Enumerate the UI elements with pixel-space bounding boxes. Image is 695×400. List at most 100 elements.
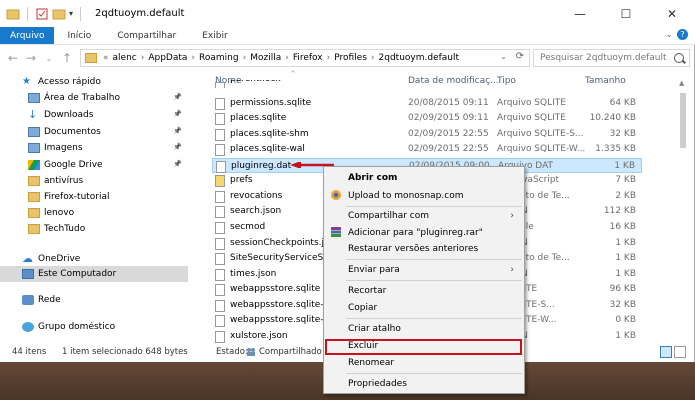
menu-item-recortar[interactable]: Recortar: [348, 286, 386, 296]
folder-icon: [85, 53, 97, 63]
back-arrow-icon[interactable]: ←: [4, 51, 22, 65]
file-icon: [215, 268, 225, 281]
sidebar-item[interactable]: Grupo doméstico: [0, 319, 188, 335]
breadcrumb-roaming[interactable]: Roaming: [199, 53, 239, 63]
chevron-right-icon[interactable]: ›: [243, 53, 247, 63]
file-name: revocations: [230, 190, 283, 201]
homegroup-icon: [22, 322, 34, 332]
file-size: 112 KB: [603, 206, 636, 217]
menu-item-criar-atalho[interactable]: Criar atalho: [348, 324, 401, 334]
menu-item-copiar[interactable]: Copiar: [348, 303, 377, 313]
menu-item-excluir[interactable]: Excluir: [348, 341, 378, 351]
sidebar-item[interactable]: TechTudo: [0, 221, 188, 237]
chevron-right-icon[interactable]: ›: [141, 53, 145, 63]
menu-item-upload-monosnap[interactable]: Upload to monosnap.com: [348, 191, 463, 201]
sidebar-item[interactable]: Firefox-tutorial: [0, 189, 188, 205]
minimize-button[interactable]: —: [557, 0, 603, 27]
details-view-icon[interactable]: [660, 346, 672, 358]
file-row[interactable]: places.sqlite-wal 02/09/2015 22:55 Arquivo…: [212, 142, 642, 158]
menu-item-enviar-para[interactable]: Enviar para: [348, 265, 400, 275]
help-icon[interactable]: ?: [677, 29, 688, 40]
sidebar-item[interactable]: Documentos 📌: [0, 124, 188, 140]
chevron-right-icon[interactable]: ›: [327, 53, 331, 63]
computer-icon: [22, 269, 34, 279]
scrollbar-thumb[interactable]: [680, 93, 686, 148]
sidebar-item[interactable]: ☁ OneDrive: [0, 251, 188, 267]
menu-item-adicionar-rar[interactable]: Adicionar para "pluginreg.rar": [348, 228, 483, 238]
menu-item-compartilhar-com[interactable]: Compartilhar com: [348, 211, 429, 221]
file-row[interactable]: places.sqlite-shm 02/09/2015 22:55 Arquivo…: [212, 127, 642, 143]
tab-exibir[interactable]: Exibir: [189, 27, 240, 44]
new-folder-icon[interactable]: [52, 7, 66, 21]
refresh-icon[interactable]: ⟳: [516, 51, 524, 62]
file-row[interactable]: parent.lock: [212, 80, 642, 88]
file-type: Arquivo SQLITE-S...: [497, 128, 584, 139]
file-name: times.json: [230, 268, 277, 279]
address-bar[interactable]: « alenc › AppData › Roaming › Mozilla › Fire…: [80, 49, 530, 67]
forward-arrow-icon[interactable]: →: [22, 51, 40, 65]
tab-compartilhar[interactable]: Compartilhar: [104, 27, 189, 44]
crumb-overflow[interactable]: «: [103, 53, 109, 63]
breadcrumb-current[interactable]: 2qdtuoym.default: [379, 53, 460, 63]
folder-icon: [28, 176, 40, 186]
file-size: 1 KB: [615, 330, 636, 341]
file-name: SiteSecurityServiceState: [230, 253, 326, 264]
menu-divider: [346, 259, 522, 260]
search-icon[interactable]: [674, 53, 684, 63]
pin-icon[interactable]: 📌: [173, 160, 182, 168]
pictures-icon: [28, 143, 40, 153]
close-button[interactable]: ✕: [649, 0, 695, 27]
sidebar-item[interactable]: Google Drive 📌: [0, 157, 188, 173]
pin-icon[interactable]: 📌: [173, 127, 182, 135]
folder-icon: [28, 208, 40, 218]
breadcrumb-profiles[interactable]: Profiles: [334, 53, 367, 63]
file-type: Arquivo SQLITE-W...: [497, 144, 586, 155]
menu-item-restaurar-versoes[interactable]: Restaurar versões anteriores: [348, 244, 478, 254]
pin-icon[interactable]: 📌: [173, 143, 182, 151]
breadcrumb-mozilla[interactable]: Mozilla: [250, 53, 281, 63]
menu-item-propriedades[interactable]: Propriedades: [348, 379, 407, 389]
sidebar-item-label: Google Drive: [44, 160, 103, 170]
address-dropdown-icon[interactable]: ⌄: [500, 52, 507, 61]
file-row[interactable]: permissions.sqlite 20/08/2015 09:11 Arquiv…: [212, 96, 642, 112]
file-size: 7 KB: [615, 175, 636, 186]
expand-ribbon-icon[interactable]: ⌄: [665, 30, 673, 40]
cloud-icon: ☁: [22, 252, 33, 265]
chevron-right-icon[interactable]: ›: [285, 53, 289, 63]
vertical-scrollbar[interactable]: ▲: [678, 79, 688, 345]
menu-item-abrir-com[interactable]: Abrir com: [348, 173, 397, 183]
sidebar-item-label: antivírus: [44, 176, 84, 186]
pin-icon[interactable]: 📌: [173, 93, 182, 101]
sidebar-item[interactable]: Área de Trabalho 📌: [0, 90, 188, 106]
tab-arquivo[interactable]: Arquivo: [0, 27, 55, 44]
menu-item-renomear[interactable]: Renomear: [348, 358, 394, 368]
tab-inicio[interactable]: Início: [54, 27, 104, 44]
sidebar-item[interactable]: Imagens 📌: [0, 140, 188, 156]
customize-toolbar-icon[interactable]: ▾: [69, 9, 73, 18]
sidebar-item[interactable]: ↓ Downloads 📌: [0, 107, 188, 123]
ribbon-tabs: Arquivo Início Compartilhar Exibir ⌄ ?: [0, 27, 695, 45]
sidebar-item[interactable]: Este Computador: [0, 266, 188, 282]
large-icons-view-icon[interactable]: [674, 346, 686, 358]
pin-icon[interactable]: 📌: [173, 110, 182, 118]
sidebar-item[interactable]: antivírus: [0, 173, 188, 189]
up-arrow-icon[interactable]: ↑: [58, 51, 76, 65]
recent-locations-icon[interactable]: ⌄: [40, 54, 58, 63]
scroll-up-icon[interactable]: ▲: [679, 79, 684, 87]
sidebar-item[interactable]: Rede: [0, 292, 188, 308]
sidebar-item[interactable]: ★ Acesso rápido: [0, 74, 188, 90]
file-row[interactable]: places.sqlite 02/09/2015 09:11 Arquivo SQL…: [212, 111, 642, 127]
breadcrumb-appdata[interactable]: AppData: [148, 53, 187, 63]
chevron-right-icon[interactable]: ›: [371, 53, 375, 63]
breadcrumb-firefox[interactable]: Firefox: [293, 53, 323, 63]
google-drive-icon: [28, 160, 40, 170]
breadcrumb-alenc[interactable]: alenc: [113, 53, 137, 63]
sidebar-item[interactable]: lenovo: [0, 205, 188, 221]
properties-icon[interactable]: [35, 7, 49, 21]
search-input[interactable]: Pesquisar 2qdtuoym.default: [533, 49, 690, 67]
file-size: 32 KB: [609, 128, 636, 139]
chevron-right-icon[interactable]: ›: [191, 53, 195, 63]
maximize-button[interactable]: ☐: [603, 0, 649, 27]
file-size: 10.240 KB: [589, 113, 636, 124]
quick-access-toolbar: ▾: [6, 6, 85, 21]
